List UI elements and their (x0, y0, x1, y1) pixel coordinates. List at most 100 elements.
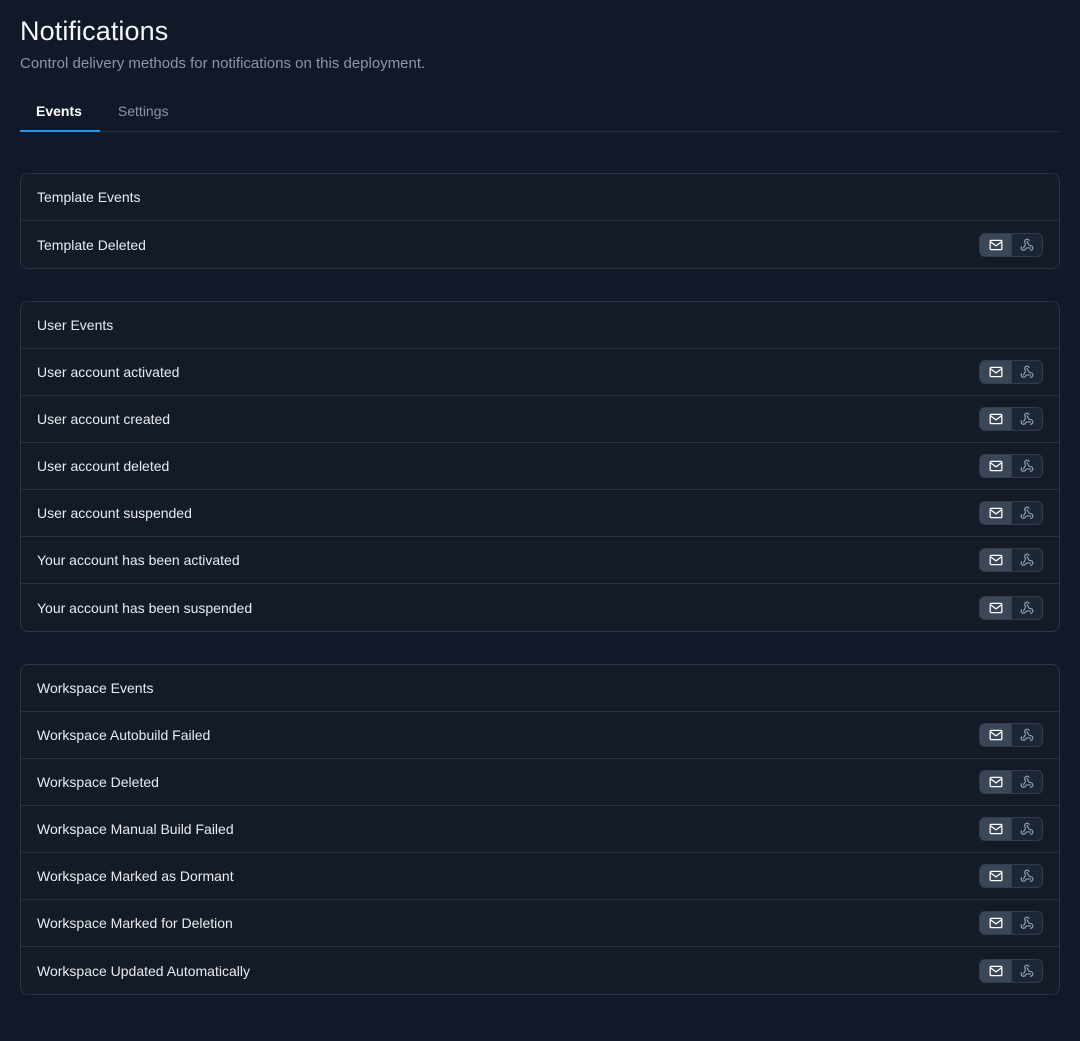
webhook-toggle-button[interactable] (1011, 361, 1042, 383)
delivery-method-toggle-group (979, 360, 1043, 384)
page-subtitle: Control delivery methods for notificatio… (20, 55, 426, 72)
page-title: Notifications (20, 16, 169, 46)
event-row: Workspace Manual Build Failed (21, 806, 1059, 853)
webhook-icon (1020, 964, 1034, 978)
envelope-icon (989, 238, 1003, 252)
envelope-icon (989, 365, 1003, 379)
event-row: Workspace Deleted (21, 759, 1059, 806)
event-row: User account deleted (21, 443, 1059, 490)
envelope-icon (989, 553, 1003, 567)
card-header-title: Template Events (37, 189, 141, 205)
notifications-page: Notifications Control delivery methods f… (0, 0, 1080, 1041)
event-row: Template Deleted (21, 221, 1059, 268)
event-card: User Events User account activated User ac… (20, 301, 1060, 632)
webhook-toggle-button[interactable] (1011, 865, 1042, 887)
email-toggle-button[interactable] (980, 818, 1011, 840)
event-row: Workspace Autobuild Failed (21, 712, 1059, 759)
card-header: Workspace Events (21, 665, 1059, 712)
event-label: Workspace Manual Build Failed (37, 821, 234, 837)
page-header: Notifications Control delivery methods f… (20, 0, 1060, 74)
delivery-method-toggle-group (979, 454, 1043, 478)
event-label: User account activated (37, 364, 180, 380)
webhook-icon (1020, 601, 1034, 615)
tab-bar: Events Settings (20, 99, 1060, 132)
event-row: User account created (21, 396, 1059, 443)
email-toggle-button[interactable] (980, 233, 1011, 256)
tab-settings[interactable]: Settings (100, 102, 187, 131)
webhook-icon (1020, 822, 1034, 836)
envelope-icon (989, 869, 1003, 883)
webhook-icon (1020, 869, 1034, 883)
card-header-title: User Events (37, 317, 114, 333)
delivery-method-toggle-group (979, 864, 1043, 888)
event-row: User account suspended (21, 490, 1059, 537)
delivery-method-toggle-group (979, 232, 1043, 257)
webhook-icon (1020, 459, 1034, 473)
tab-events[interactable]: Events (20, 102, 100, 132)
event-row: Your account has been suspended (21, 584, 1059, 631)
webhook-toggle-button[interactable] (1011, 455, 1042, 477)
envelope-icon (989, 775, 1003, 789)
webhook-icon (1020, 775, 1034, 789)
delivery-method-toggle-group (979, 911, 1043, 935)
card-header: User Events (21, 302, 1059, 349)
envelope-icon (989, 916, 1003, 930)
envelope-icon (989, 964, 1003, 978)
webhook-icon (1020, 506, 1034, 520)
webhook-toggle-button[interactable] (1011, 818, 1042, 840)
webhook-icon (1020, 238, 1034, 252)
event-label: Your account has been suspended (37, 599, 253, 616)
email-toggle-button[interactable] (980, 596, 1011, 619)
webhook-toggle-button[interactable] (1011, 912, 1042, 934)
email-toggle-button[interactable] (980, 771, 1011, 793)
event-label: User account suspended (37, 505, 192, 521)
delivery-method-toggle-group (979, 501, 1043, 525)
webhook-toggle-button[interactable] (1011, 959, 1042, 982)
email-toggle-button[interactable] (980, 502, 1011, 524)
email-toggle-button[interactable] (980, 959, 1011, 982)
webhook-toggle-button[interactable] (1011, 233, 1042, 256)
email-toggle-button[interactable] (980, 455, 1011, 477)
delivery-method-toggle-group (979, 595, 1043, 620)
webhook-toggle-button[interactable] (1011, 549, 1042, 571)
delivery-method-toggle-group (979, 770, 1043, 794)
event-card: Template Events Template Deleted (20, 173, 1060, 269)
webhook-toggle-button[interactable] (1011, 502, 1042, 524)
envelope-icon (989, 459, 1003, 473)
envelope-icon (989, 506, 1003, 520)
event-label: Workspace Marked as Dormant (37, 868, 234, 884)
envelope-icon (989, 601, 1003, 615)
webhook-icon (1020, 916, 1034, 930)
email-toggle-button[interactable] (980, 408, 1011, 430)
event-row: User account activated (21, 349, 1059, 396)
webhook-toggle-button[interactable] (1011, 596, 1042, 619)
event-row: Workspace Marked for Deletion (21, 900, 1059, 947)
event-label: Template Deleted (37, 236, 146, 253)
email-toggle-button[interactable] (980, 724, 1011, 746)
webhook-icon (1020, 728, 1034, 742)
event-label: User account created (37, 411, 171, 427)
envelope-icon (989, 412, 1003, 426)
email-toggle-button[interactable] (980, 865, 1011, 887)
event-label: Your account has been activated (37, 552, 240, 568)
webhook-icon (1020, 412, 1034, 426)
event-cards-container: Template Events Template Deleted User Even… (20, 132, 1060, 995)
card-header-title: Workspace Events (37, 680, 154, 696)
event-label: Workspace Updated Automatically (37, 962, 250, 979)
delivery-method-toggle-group (979, 548, 1043, 572)
card-header: Template Events (21, 174, 1059, 221)
email-toggle-button[interactable] (980, 549, 1011, 571)
email-toggle-button[interactable] (980, 912, 1011, 934)
event-row: Workspace Marked as Dormant (21, 853, 1059, 900)
webhook-toggle-button[interactable] (1011, 771, 1042, 793)
delivery-method-toggle-group (979, 723, 1043, 747)
webhook-toggle-button[interactable] (1011, 724, 1042, 746)
delivery-method-toggle-group (979, 958, 1043, 983)
event-label: Workspace Deleted (37, 774, 159, 790)
email-toggle-button[interactable] (980, 361, 1011, 383)
event-label: Workspace Autobuild Failed (37, 727, 211, 743)
event-card: Workspace Events Workspace Autobuild Fail… (20, 664, 1060, 995)
delivery-method-toggle-group (979, 817, 1043, 841)
webhook-toggle-button[interactable] (1011, 408, 1042, 430)
event-label: Workspace Marked for Deletion (37, 915, 233, 931)
